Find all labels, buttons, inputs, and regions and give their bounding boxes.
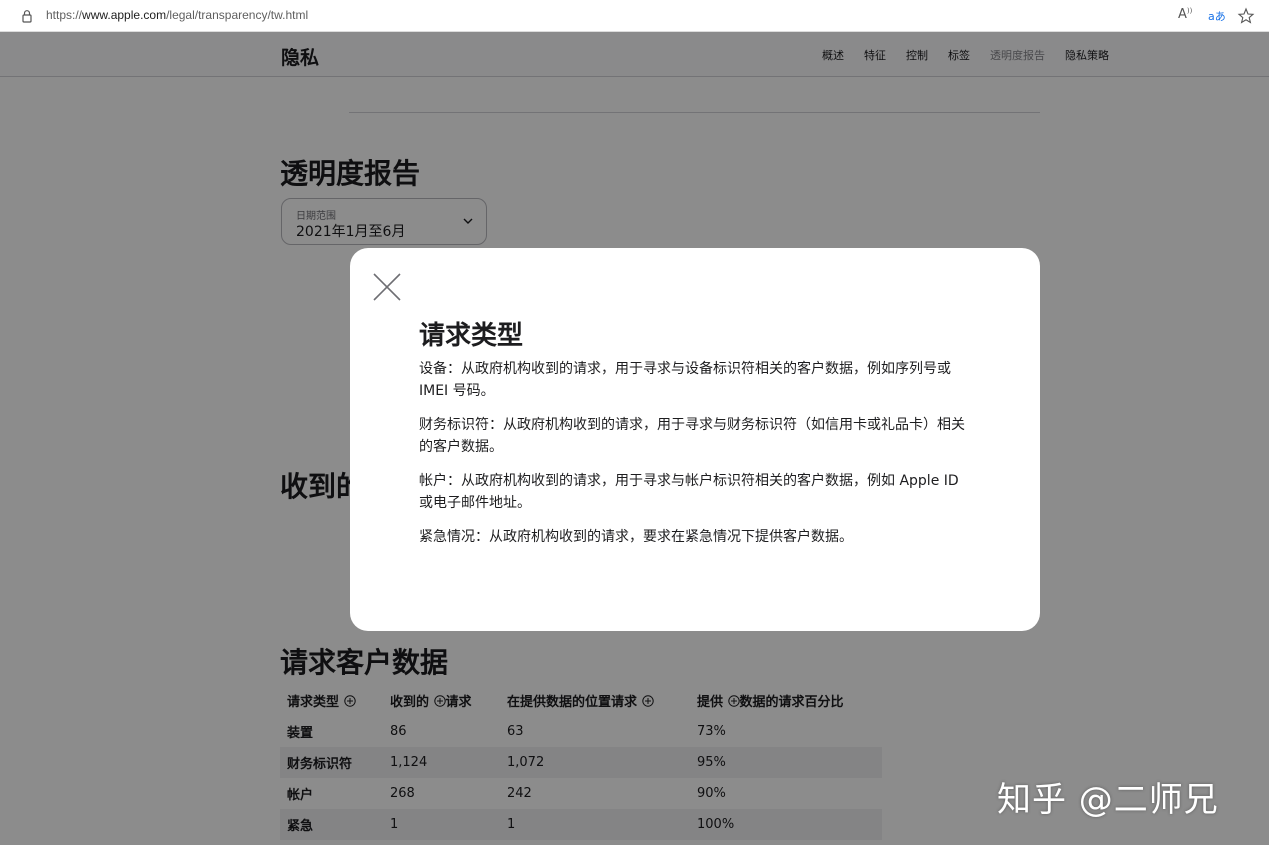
read-aloud-label: A <box>1178 7 1187 22</box>
url-host: www.apple.com <box>82 8 167 22</box>
modal-body: 设备：从政府机构收到的请求，用于寻求与设备标识符相关的客户数据，例如序列号或 I… <box>419 358 975 560</box>
close-icon[interactable] <box>372 272 402 302</box>
definition-financial: 财务标识符：从政府机构收到的请求，用于寻求与财务标识符（如信用卡或礼品卡）相关的… <box>419 417 965 455</box>
definition-account: 帐户：从政府机构收到的请求，用于寻求与帐户标识符相关的客户数据，例如 Apple… <box>419 473 959 511</box>
modal-title: 请求类型 <box>419 321 524 351</box>
url-path: /legal/transparency/tw.html <box>166 8 309 22</box>
watermark-text: 知乎 @二师兄 <box>997 780 1219 820</box>
definition-emergency: 紧急情况：从政府机构收到的请求，要求在紧急情况下提供客户数据。 <box>419 529 853 545</box>
lock-icon <box>22 10 32 23</box>
favorite-star-icon[interactable] <box>1237 7 1255 25</box>
request-types-modal: 请求类型 设备：从政府机构收到的请求，用于寻求与设备标识符相关的客户数据，例如序… <box>350 248 1040 631</box>
read-aloud-icon[interactable]: A)) <box>1178 7 1196 25</box>
translate-icon[interactable]: aあ <box>1207 7 1226 25</box>
definition-device: 设备：从政府机构收到的请求，用于寻求与设备标识符相关的客户数据，例如序列号或 I… <box>419 361 951 399</box>
url-prefix: https:// <box>46 8 83 22</box>
browser-toolbar: https://www.apple.com/legal/transparency… <box>0 0 1269 32</box>
address-bar[interactable]: https://www.apple.com/legal/transparency… <box>46 8 308 22</box>
svg-text:aあ: aあ <box>1208 10 1225 23</box>
